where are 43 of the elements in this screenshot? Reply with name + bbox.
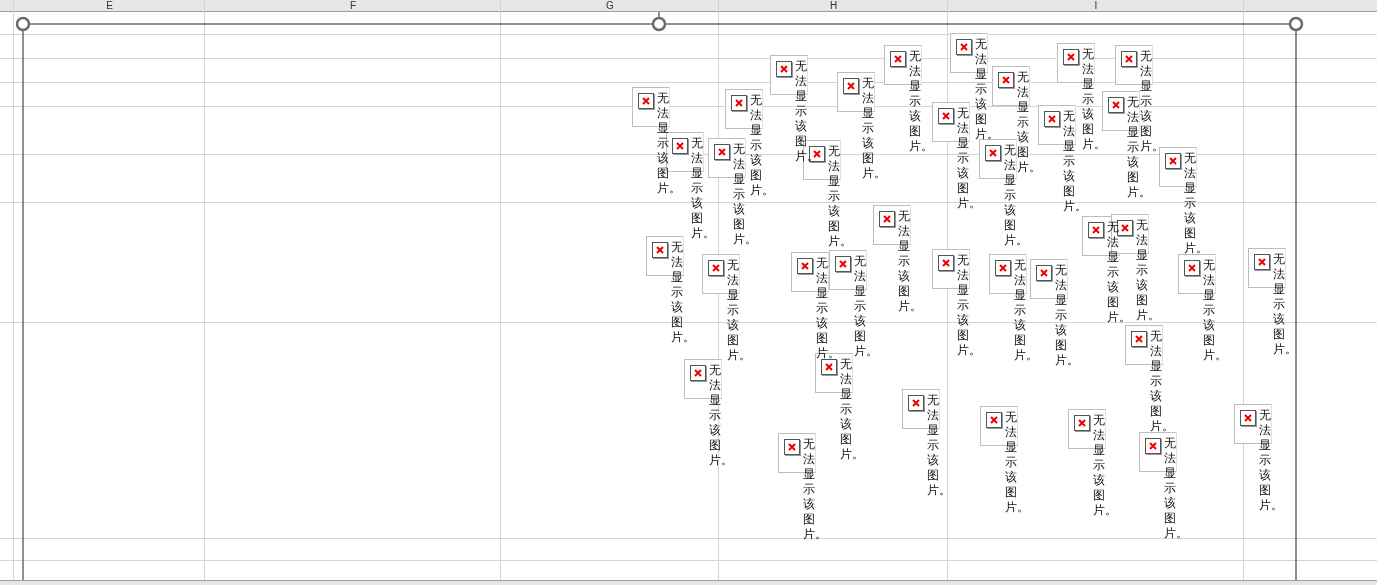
broken-image-icon	[638, 93, 654, 109]
broken-image-icon	[731, 95, 747, 111]
column-header[interactable]: F	[349, 0, 357, 11]
broken-image-icon	[1108, 97, 1124, 113]
broken-image-icon	[1044, 111, 1060, 127]
broken-image-icon	[690, 365, 706, 381]
column-header[interactable]: G	[606, 0, 614, 11]
broken-image-icon	[1184, 260, 1200, 276]
broken-image-icon	[1036, 265, 1052, 281]
broken-image-icon	[652, 242, 668, 258]
broken-image-icon	[1131, 331, 1147, 347]
broken-image-icon	[714, 144, 730, 160]
column-header[interactable]: E	[106, 0, 113, 11]
broken-image-icon	[985, 145, 1001, 161]
broken-image-icon	[835, 256, 851, 272]
broken-image-icon	[1088, 222, 1104, 238]
broken-image-icon	[956, 39, 972, 55]
broken-image-icon	[1063, 49, 1079, 65]
column-header[interactable]: I	[1094, 0, 1098, 11]
broken-image-icon	[1240, 410, 1256, 426]
broken-image-icon	[821, 359, 837, 375]
column-header[interactable]: H	[829, 0, 838, 11]
broken-image-icon	[1121, 51, 1137, 67]
broken-image-icon	[672, 138, 688, 154]
broken-image-icon	[1254, 254, 1270, 270]
broken-image-icon	[1145, 438, 1161, 454]
broken-image-icon	[995, 260, 1011, 276]
broken-image-icon	[797, 258, 813, 274]
broken-image-icon	[843, 78, 859, 94]
broken-image-icon	[986, 412, 1002, 428]
broken-image-icon	[908, 395, 924, 411]
broken-image-icon	[1074, 415, 1090, 431]
broken-image-icon	[890, 51, 906, 67]
broken-image-icon	[776, 61, 792, 77]
broken-image-icon	[809, 146, 825, 162]
broken-image-icon	[998, 72, 1014, 88]
broken-image-icon	[1117, 220, 1133, 236]
broken-image-icon	[938, 255, 954, 271]
broken-image-icon	[784, 439, 800, 455]
broken-image-icon	[1165, 153, 1181, 169]
broken-image-icon	[879, 211, 895, 227]
broken-image-icon	[708, 260, 724, 276]
broken-image-icon	[938, 108, 954, 124]
